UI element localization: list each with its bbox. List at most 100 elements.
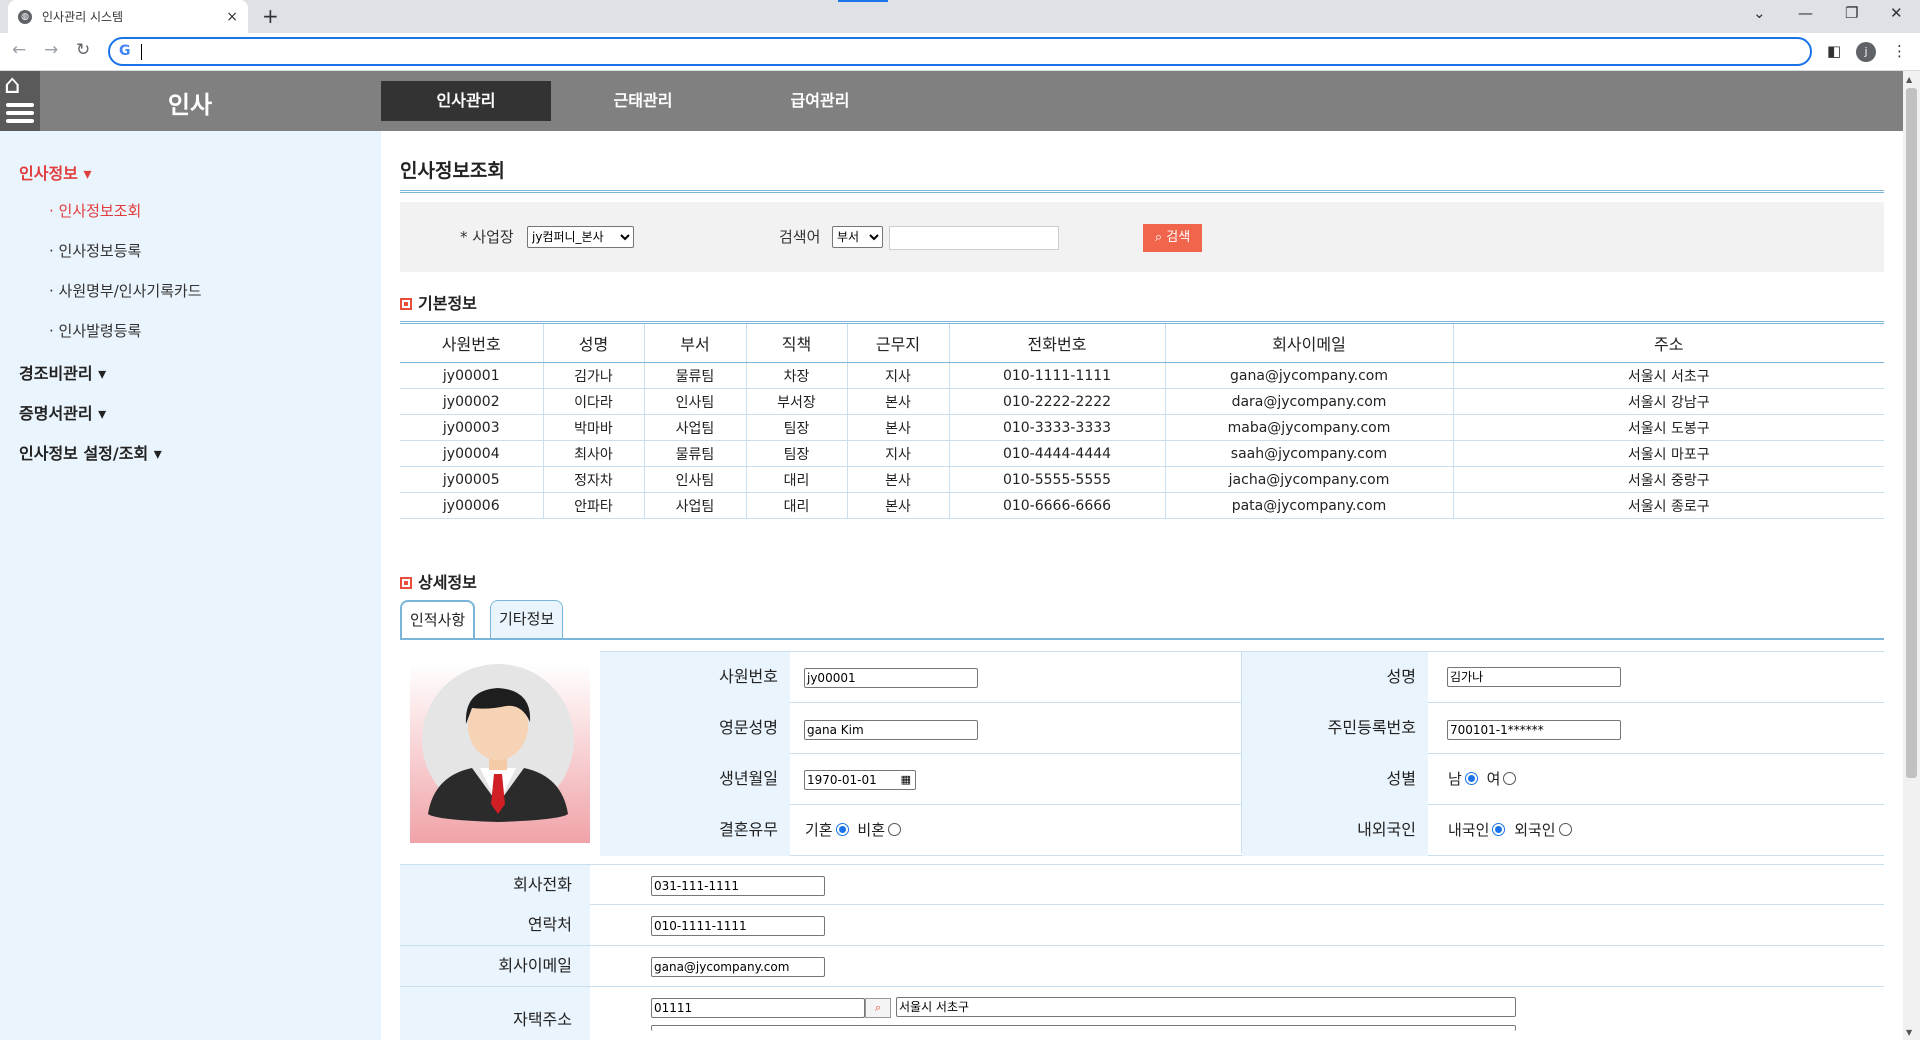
profile-avatar[interactable]: j <box>1856 42 1876 62</box>
sidebar-item-employee-roster[interactable]: · 사원명부/인사기록카드 <box>49 280 202 301</box>
scroll-down-icon[interactable]: ▼ <box>1906 1028 1912 1037</box>
address-detail-field[interactable] <box>651 1025 1516 1031</box>
name-label: 성명 <box>1242 652 1428 703</box>
table-row[interactable]: jy00001 김가나 물류팀 차장 지사 010-1111-1111 gana@jycom… <box>400 362 1884 389</box>
gender-options: 남 여 <box>1448 754 1648 805</box>
sidebar-item-hr-lookup[interactable]: · 인사정보조회 <box>49 200 141 221</box>
tab-hr-management[interactable]: 인사관리 <box>381 81 551 121</box>
eng-name-field[interactable]: gana Kim <box>804 720 978 740</box>
search-button[interactable]: ⌕ 검색 <box>1143 224 1202 252</box>
domestic-radio[interactable] <box>1492 823 1506 836</box>
restore-icon[interactable]: ❐ <box>1845 4 1858 22</box>
tab-other-info[interactable]: 기타정보 <box>490 600 564 639</box>
cell-dept: 물류팀 <box>644 362 747 389</box>
photo-cell <box>400 651 600 853</box>
col-name[interactable]: 성명 <box>543 322 645 363</box>
detail-info-heading: 상세정보 <box>400 569 477 593</box>
table-row[interactable]: jy00004 최사아 물류팀 팀장 지사 010-4444-4444 saah@jycom… <box>400 440 1884 467</box>
birth-date-field[interactable]: 1970-01-01 ▦ <box>804 770 916 790</box>
table-row[interactable]: jy00003 박마바 사업팀 팀장 본사 010-3333-3333 maba@jycom… <box>400 414 1884 441</box>
forward-arrow-icon[interactable]: → <box>44 40 58 60</box>
contact-row: 연락처 010-1111-1111 <box>400 905 1884 946</box>
single-radio[interactable] <box>888 823 901 836</box>
gender-female-radio[interactable] <box>1503 772 1517 785</box>
rrn-field[interactable]: 700101-1****** <box>1447 720 1621 740</box>
table-row[interactable]: jy00006 안파타 사업팀 대리 본사 010-6666-6666 pata@jycom… <box>400 492 1884 519</box>
zip-search-button[interactable]: ⌕ <box>865 998 891 1018</box>
window-close-icon[interactable]: ✕ <box>1890 4 1903 22</box>
table-header-row: 사원번호 성명 부서 직책 근무지 전화번호 회사이메일 주소 <box>400 322 1884 363</box>
cell-emp-no: jy00006 <box>400 492 544 519</box>
tab-search-chevron-icon[interactable]: ⌄ <box>1753 4 1766 22</box>
company-email-row: 회사이메일 gana@jycompany.com <box>400 946 1884 987</box>
tab-personal-details[interactable]: 인적사항 <box>400 600 476 639</box>
birth-label: 생년월일 <box>600 754 790 805</box>
cell-position: 팀장 <box>746 440 848 467</box>
sidebar-item-appointment-register[interactable]: · 인사발령등록 <box>49 320 141 341</box>
name-field[interactable]: 김가나 <box>1447 667 1621 687</box>
marital-options: 기혼 비혼 <box>805 805 1005 856</box>
sidebar-group-hr-info[interactable]: 인사정보 ▾ <box>19 160 91 184</box>
back-arrow-icon[interactable]: ← <box>12 40 26 60</box>
sidebar-group-hr-settings[interactable]: 인사정보 설정/조회 ▾ <box>19 440 162 464</box>
zip-field[interactable]: 01111 <box>651 998 865 1018</box>
sidebar-group-certificates[interactable]: 증명서관리 ▾ <box>19 400 106 424</box>
browser-tab-title: 인사관리 시스템 <box>42 10 124 24</box>
tab-payroll-management[interactable]: 급여관리 <box>735 81 905 121</box>
table-row[interactable]: jy00005 정자차 인사팀 대리 본사 010-5555-5555 jacha@jyco… <box>400 466 1884 493</box>
single-label: 비혼 <box>857 821 885 839</box>
address-field[interactable]: 서울시 서초구 <box>896 997 1516 1017</box>
home-icon[interactable]: ⌂ <box>4 72 36 98</box>
foreign-radio[interactable] <box>1558 823 1572 836</box>
home-block: ⌂ <box>0 71 40 131</box>
company-email-field[interactable]: gana@jycompany.com <box>651 957 825 977</box>
search-panel: * 사업장 jy컴퍼니_본사 검색어 부서 ⌕ 검색 <box>400 202 1884 272</box>
cell-position: 차장 <box>746 362 848 389</box>
minimize-icon[interactable]: — <box>1798 4 1813 22</box>
married-radio[interactable] <box>835 823 849 836</box>
hamburger-menu-icon[interactable] <box>6 103 34 127</box>
keyword-label: 검색어 <box>779 228 821 246</box>
table-row[interactable]: jy00002 이다라 인사팀 부서장 본사 010-2222-2222 dara@jyco… <box>400 388 1884 415</box>
cell-address: 서울시 중랑구 <box>1453 466 1884 493</box>
col-phone[interactable]: 전화번호 <box>949 322 1166 363</box>
col-address[interactable]: 주소 <box>1453 322 1884 363</box>
cell-phone: 010-4444-4444 <box>949 440 1166 467</box>
google-icon: G <box>119 43 131 59</box>
contact-field[interactable]: 010-1111-1111 <box>651 916 825 936</box>
keyword-input[interactable] <box>889 226 1059 250</box>
site-select[interactable]: jy컴퍼니_본사 <box>527 226 634 248</box>
company-phone-field[interactable]: 031-111-1111 <box>651 876 825 896</box>
col-dept[interactable]: 부서 <box>644 322 747 363</box>
company-email-label: 회사이메일 <box>400 946 590 986</box>
scrollbar-thumb[interactable] <box>1906 88 1917 778</box>
search-icon: ⌕ <box>1154 230 1163 245</box>
keyword-type-select[interactable]: 부서 <box>832 226 883 248</box>
cell-address: 서울시 마포구 <box>1453 440 1884 467</box>
col-position[interactable]: 직책 <box>746 322 848 363</box>
emp-no-field[interactable]: jy00001 <box>804 668 978 688</box>
cell-position: 부서장 <box>746 388 848 415</box>
col-workplace[interactable]: 근무지 <box>847 322 950 363</box>
browser-tab[interactable]: ◍ 인사관리 시스템 × <box>8 0 248 33</box>
close-tab-icon[interactable]: × <box>226 9 238 25</box>
cell-email: jacha@jycompany.com <box>1165 466 1454 493</box>
reload-icon[interactable]: ↻ <box>76 40 90 60</box>
sidebar-group-condolence[interactable]: 경조비관리 ▾ <box>19 360 106 384</box>
more-menu-icon[interactable]: ⋮ <box>1892 42 1907 60</box>
cell-emp-no: jy00001 <box>400 362 544 389</box>
side-panel-icon[interactable]: ◧ <box>1827 42 1841 60</box>
new-tab-button[interactable]: + <box>262 4 279 28</box>
address-bar[interactable]: G <box>108 37 1812 66</box>
emp-no-label: 사원번호 <box>600 652 790 703</box>
cell-emp-no: jy00005 <box>400 466 544 493</box>
scroll-up-icon[interactable]: ▲ <box>1906 75 1912 84</box>
tab-attendance-management[interactable]: 근태관리 <box>558 81 728 121</box>
sidebar-item-hr-register[interactable]: · 인사정보등록 <box>49 240 141 261</box>
section-bullet-icon <box>400 577 412 589</box>
calendar-icon[interactable]: ▦ <box>901 772 911 788</box>
col-emp-no[interactable]: 사원번호 <box>400 322 544 363</box>
col-email[interactable]: 회사이메일 <box>1165 322 1454 363</box>
gender-male-radio[interactable] <box>1464 772 1478 785</box>
cell-dept: 물류팀 <box>644 440 747 467</box>
